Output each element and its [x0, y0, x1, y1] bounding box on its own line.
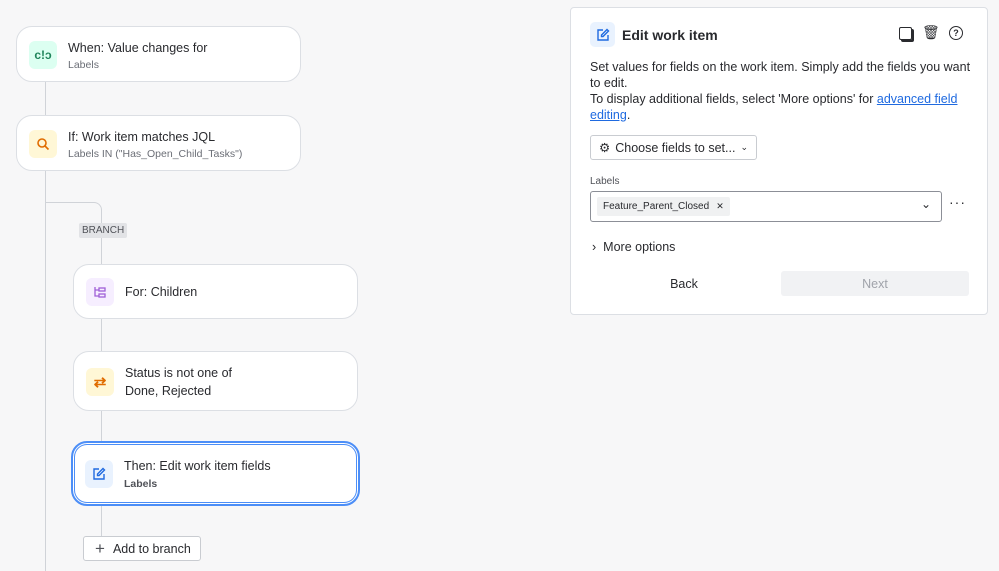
edit-icon — [590, 22, 615, 47]
label-tag: Feature_Parent_Closed ✕ — [597, 197, 730, 216]
chevron-down-icon: ⌄ — [740, 142, 748, 152]
delete-icon[interactable]: 🗑 — [922, 24, 940, 41]
description: Set values for fields on the work item. … — [590, 60, 971, 122]
gear-icon: ⚙ — [599, 141, 611, 155]
trigger-card[interactable]: c!ɔ When: Value changes for Labels — [16, 26, 301, 82]
edit-work-item-panel: Edit work item 🗑 ? Set values for fields… — [570, 7, 988, 315]
next-button[interactable]: Next — [781, 271, 969, 296]
labels-field-label: Labels — [590, 176, 620, 187]
remove-tag-icon[interactable]: ✕ — [716, 201, 724, 212]
branch-badge: BRANCH — [79, 223, 128, 238]
labels-select[interactable]: Feature_Parent_Closed ✕ ⌄ — [590, 191, 942, 222]
search-icon — [29, 130, 57, 158]
chevron-down-icon[interactable]: ⌄ — [921, 197, 931, 211]
trigger-icon: c!ɔ — [29, 41, 57, 69]
transition-icon: ⇄ — [86, 368, 114, 396]
branch-curve — [45, 202, 102, 223]
branch-card[interactable]: For: Children — [73, 264, 358, 319]
more-actions-icon[interactable]: ··· — [949, 194, 966, 210]
duplicate-icon[interactable] — [899, 27, 912, 40]
panel-title: Edit work item — [622, 27, 718, 43]
chevron-right-icon: › — [592, 240, 597, 254]
edit-icon — [85, 460, 113, 488]
condition-card[interactable]: If: Work item matches JQL Labels IN ("Ha… — [16, 115, 301, 171]
plus-icon: + — [95, 538, 105, 558]
add-to-branch-button[interactable]: + Add to branch — [83, 536, 201, 561]
hierarchy-icon — [86, 278, 114, 306]
back-button[interactable]: Back — [590, 271, 778, 296]
choose-fields-dropdown[interactable]: ⚙ Choose fields to set... ⌄ — [590, 135, 757, 160]
more-options-toggle[interactable]: › More options — [592, 240, 675, 254]
help-icon[interactable]: ? — [949, 26, 963, 40]
action-card[interactable]: Then: Edit work item fields Labels — [71, 441, 360, 506]
status-condition-card[interactable]: ⇄ Status is not one of Done, Rejected — [73, 351, 358, 411]
